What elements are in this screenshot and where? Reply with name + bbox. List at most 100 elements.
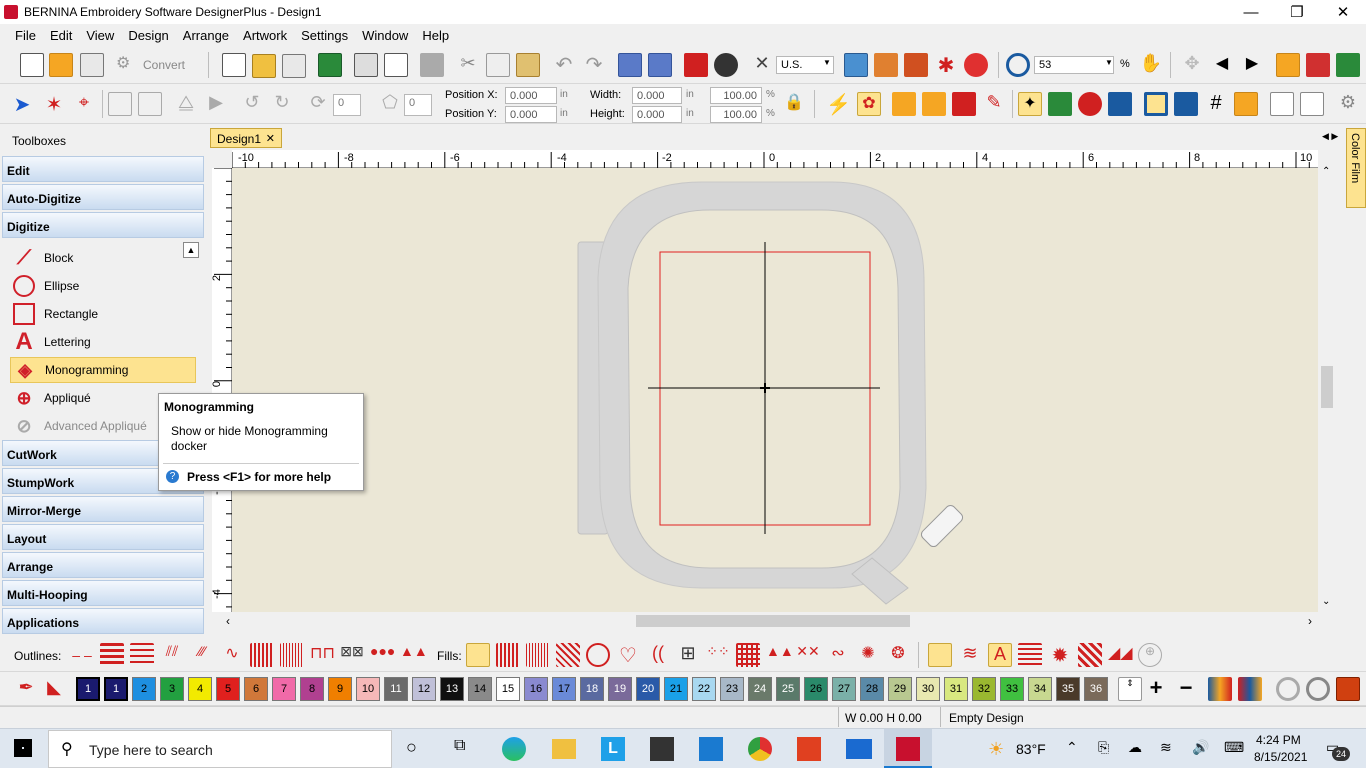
position-y-input[interactable]: 0.000 bbox=[505, 106, 557, 123]
step-fill-icon[interactable] bbox=[526, 643, 550, 667]
horizontal-scroll-thumb[interactable] bbox=[636, 615, 910, 627]
globe-fill-icon[interactable]: ⊕ bbox=[1138, 643, 1162, 667]
menu-edit[interactable]: Edit bbox=[43, 28, 79, 43]
fancy-fill-icon[interactable] bbox=[556, 643, 580, 667]
color-swatch[interactable]: 7 bbox=[272, 677, 296, 701]
hoop-icon[interactable] bbox=[874, 53, 898, 77]
settings-gear-icon[interactable] bbox=[714, 53, 738, 77]
color-swatch[interactable]: 33 bbox=[1000, 677, 1024, 701]
color-swatch[interactable]: 27 bbox=[832, 677, 856, 701]
rotate-angle-input[interactable]: 0 bbox=[333, 94, 361, 116]
onedrive-icon[interactable]: ☁ bbox=[1128, 739, 1142, 756]
x-fill-icon[interactable]: ✕✕ bbox=[796, 643, 820, 667]
stemstitch-icon[interactable]: ⫽⫽ bbox=[160, 643, 184, 667]
select-object-icon[interactable]: ✶ bbox=[42, 92, 66, 116]
menu-window[interactable]: Window bbox=[355, 28, 415, 43]
clock-date[interactable]: 8/15/2021 bbox=[1254, 750, 1307, 764]
scroll-up-icon[interactable]: ⌃ bbox=[1322, 166, 1330, 177]
hoop-color-icon[interactable] bbox=[1306, 677, 1330, 701]
color-swatch[interactable]: 21 bbox=[664, 677, 688, 701]
color-swatch[interactable]: 19 bbox=[608, 677, 632, 701]
toolbox-category-layout[interactable]: Layout bbox=[2, 524, 204, 550]
width-input[interactable]: 0.000 bbox=[632, 87, 682, 104]
skew-icon[interactable]: ⬠ bbox=[378, 92, 402, 116]
chrome-icon[interactable] bbox=[748, 737, 772, 761]
reshape-icon[interactable]: ⌖ bbox=[72, 92, 96, 116]
color-swatch[interactable]: 35 bbox=[1056, 677, 1080, 701]
redo-icon[interactable]: ↷ bbox=[582, 52, 606, 76]
toolbox-category-edit[interactable]: Edit bbox=[2, 156, 204, 182]
circle-pattern-icon[interactable] bbox=[1078, 92, 1102, 116]
grid-fill-icon[interactable] bbox=[736, 643, 760, 667]
color-swatch[interactable]: 4 bbox=[188, 677, 212, 701]
ungroup-icon[interactable] bbox=[138, 92, 162, 116]
wave-motif-icon[interactable]: ◢◢ bbox=[1108, 643, 1133, 667]
taskbar-search-box[interactable]: ⚲ Type here to search bbox=[48, 730, 392, 768]
mirror-horizontal-icon[interactable]: ▶ bbox=[204, 92, 228, 116]
pattern-fill-icon[interactable]: ▲▲ bbox=[766, 643, 794, 667]
stitch-player-icon[interactable]: ✱ bbox=[934, 53, 958, 77]
hatch-alt-icon[interactable] bbox=[1300, 92, 1324, 116]
task-view-icon[interactable]: ⧉ bbox=[454, 737, 465, 755]
toolbox-category-mirror-merge[interactable]: Mirror-Merge bbox=[2, 496, 204, 522]
satin-fill-icon[interactable] bbox=[496, 643, 520, 667]
trapunto-fill-icon[interactable]: ✺ bbox=[856, 643, 880, 667]
color-swatch[interactable]: 28 bbox=[860, 677, 884, 701]
color-swatch[interactable]: 11 bbox=[384, 677, 408, 701]
close-button[interactable]: ✕ bbox=[1320, 0, 1366, 24]
tools-icon[interactable]: ✕ bbox=[750, 53, 774, 77]
shape-stitch-icon[interactable] bbox=[922, 92, 946, 116]
paint-bucket-icon[interactable]: ◣ bbox=[42, 677, 66, 701]
multi-view-icon[interactable] bbox=[80, 53, 104, 77]
bead-stitch-icon[interactable]: ●●● bbox=[370, 643, 395, 667]
scale-height-input[interactable]: 100.00 bbox=[710, 106, 762, 123]
remove-color-icon[interactable]: − bbox=[1174, 677, 1198, 701]
color-swatch[interactable]: 22 bbox=[692, 677, 716, 701]
wave-fill-icon[interactable]: (( bbox=[646, 643, 670, 667]
square-wave-icon[interactable]: ⊓⊓ bbox=[310, 643, 335, 667]
color-mixer-icon[interactable] bbox=[1238, 677, 1262, 701]
hatch-icon[interactable] bbox=[1270, 92, 1294, 116]
menu-view[interactable]: View bbox=[79, 28, 121, 43]
tray-device-icon[interactable]: ⎘ bbox=[1098, 739, 1109, 756]
outlook-icon[interactable] bbox=[699, 737, 723, 761]
color-swatch[interactable]: 18 bbox=[580, 677, 604, 701]
color-swatch[interactable]: 5 bbox=[216, 677, 240, 701]
mirror-vertical-icon[interactable]: ⧋ bbox=[174, 92, 198, 116]
next-arrow-icon[interactable]: ▶ bbox=[1240, 53, 1264, 77]
blanket-stitch-icon[interactable] bbox=[250, 643, 274, 667]
height-input[interactable]: 0.000 bbox=[632, 106, 682, 123]
chevron-down-icon[interactable]: ▼ bbox=[1105, 58, 1113, 67]
cross-fill-icon[interactable]: ⊞ bbox=[676, 643, 700, 667]
cortana-icon[interactable]: ○ bbox=[406, 737, 417, 758]
backstitch-icon[interactable] bbox=[130, 643, 154, 667]
eyedropper-icon[interactable]: ✒ bbox=[14, 677, 38, 701]
color-swatch[interactable]: 1 bbox=[104, 677, 128, 701]
tab-nav-arrows-icon[interactable]: ◀ ▶ bbox=[1322, 131, 1338, 142]
lock-proportions-icon[interactable]: 🔒 bbox=[782, 92, 806, 116]
taskbar-bernina-active[interactable] bbox=[884, 729, 932, 768]
toolbox-category-digitize[interactable]: Digitize bbox=[2, 212, 204, 238]
lettering-fill-icon[interactable]: A bbox=[988, 643, 1012, 667]
color-swatch[interactable]: 23 bbox=[720, 677, 744, 701]
color-film-tab[interactable]: Color Film bbox=[1346, 128, 1366, 208]
color-swatch[interactable]: 17 bbox=[552, 677, 576, 701]
hash-grid-icon[interactable]: # bbox=[1204, 92, 1228, 116]
menu-help[interactable]: Help bbox=[415, 28, 456, 43]
previous-arrow-icon[interactable]: ◀ bbox=[1210, 53, 1234, 77]
fill-stitch-icon[interactable] bbox=[892, 92, 916, 116]
tatami-fill-icon[interactable] bbox=[466, 643, 490, 667]
send-to-machine-icon[interactable] bbox=[420, 53, 444, 77]
color-swatch[interactable]: 24 bbox=[748, 677, 772, 701]
rotate-angle-icon[interactable]: ⟳ bbox=[306, 92, 330, 116]
scroll-right-icon[interactable]: › bbox=[1308, 614, 1312, 628]
mail-icon[interactable] bbox=[846, 739, 872, 759]
pan-hand-icon[interactable]: ✋ bbox=[1139, 53, 1163, 77]
zigzag-fill-icon[interactable]: ≋ bbox=[958, 643, 982, 667]
rotate-right-icon[interactable]: ↻ bbox=[270, 92, 294, 116]
file-explorer-icon[interactable] bbox=[552, 739, 576, 759]
flower-stitch-icon[interactable]: ✿ bbox=[857, 92, 881, 116]
fabric-icon[interactable] bbox=[1336, 677, 1360, 701]
toolbox-category-applications[interactable]: Applications bbox=[2, 608, 204, 634]
thread-icon[interactable] bbox=[1306, 53, 1330, 77]
